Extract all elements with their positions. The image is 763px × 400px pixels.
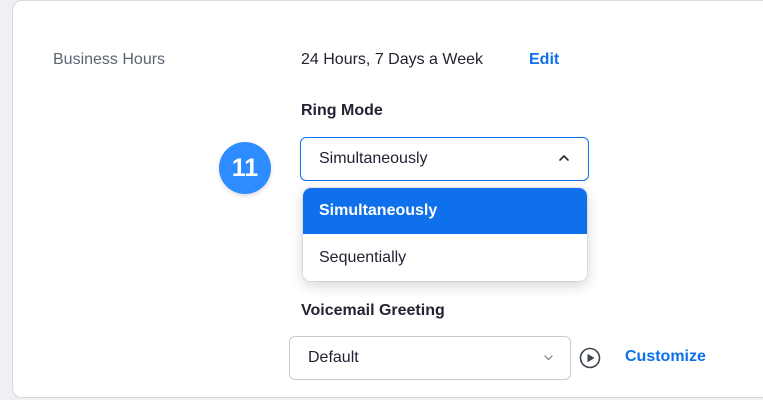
edit-business-hours-link[interactable]: Edit (529, 51, 559, 69)
customize-greeting-link[interactable]: Customize (625, 348, 706, 366)
voicemail-greeting-select[interactable]: Default (289, 336, 571, 380)
ring-mode-label: Ring Mode (301, 102, 383, 119)
ring-mode-select[interactable]: Simultaneously (300, 137, 589, 181)
step-number-badge: 11 (219, 142, 271, 194)
ring-mode-selected-value: Simultaneously (319, 150, 428, 167)
chevron-down-icon (544, 355, 553, 361)
business-hours-value: 24 Hours, 7 Days a Week (301, 51, 484, 68)
ring-mode-dropdown-menu: Simultaneously Sequentially (303, 188, 587, 281)
play-circle-icon[interactable] (579, 347, 601, 369)
ring-mode-option-simultaneously[interactable]: Simultaneously (303, 188, 587, 234)
ring-mode-option-sequentially[interactable]: Sequentially (303, 235, 587, 281)
business-hours-label: Business Hours (53, 51, 166, 68)
voicemail-selected-value: Default (308, 349, 359, 366)
voicemail-greeting-label: Voicemail Greeting (301, 302, 445, 319)
chevron-up-icon (559, 155, 569, 161)
settings-panel: Business Hours 24 Hours, 7 Days a Week E… (12, 0, 763, 398)
